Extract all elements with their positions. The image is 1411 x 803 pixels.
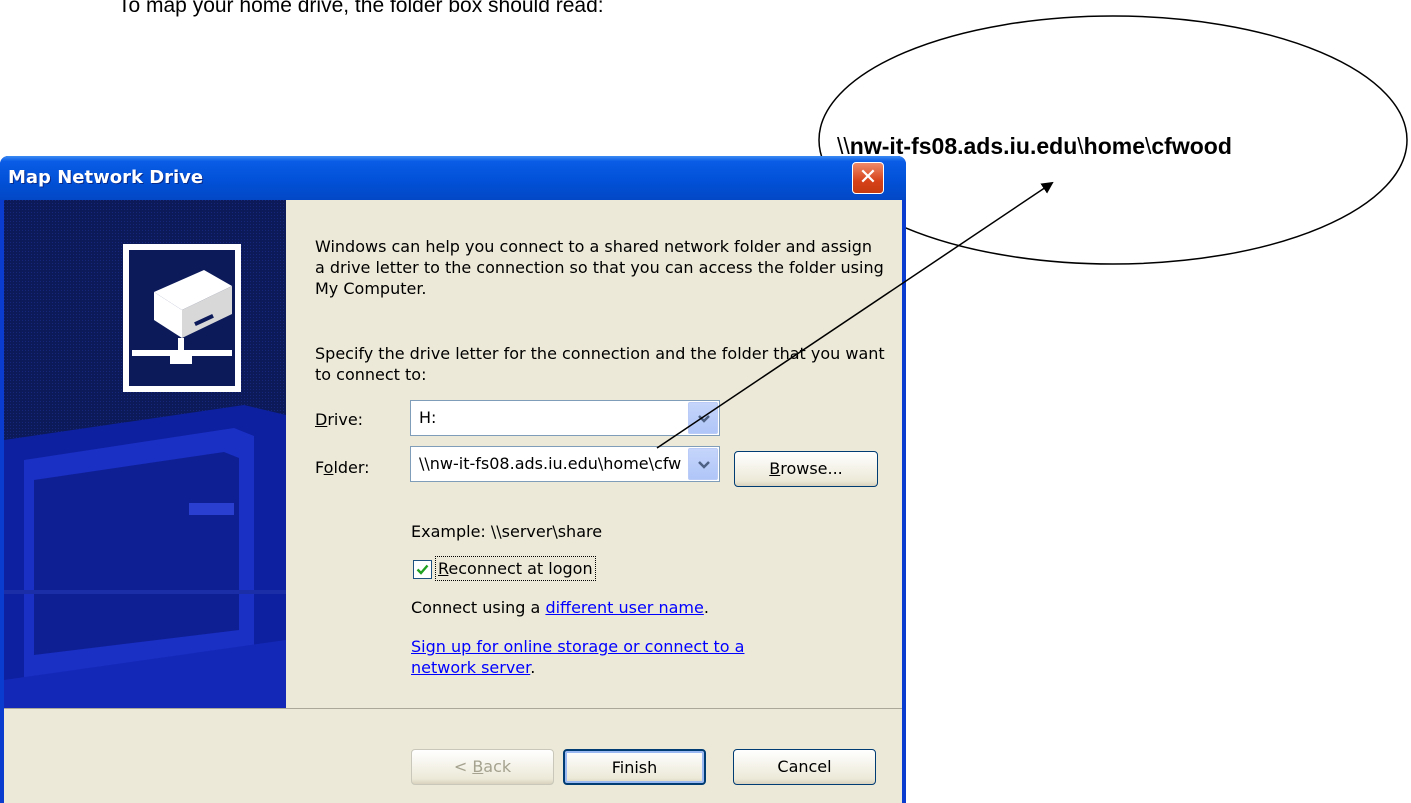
drive-label-accel: D (315, 410, 328, 429)
chevron-down-icon (698, 415, 710, 423)
folder-dropdown-button[interactable] (688, 448, 718, 480)
connect-using-pre: Connect using a (411, 598, 546, 617)
reconnect-text: econnect at logon (448, 559, 593, 578)
signup-post: . (530, 658, 536, 677)
connect-using-post: . (703, 598, 709, 617)
close-button[interactable]: ✕ (852, 162, 884, 194)
network-server-link[interactable]: network server (411, 658, 530, 677)
checkmark-icon (416, 564, 429, 575)
back-pre: < (453, 757, 473, 776)
instruction-text: To map your home drive, the folder box s… (118, 0, 604, 17)
drive-value: H: (419, 408, 437, 427)
map-network-drive-dialog: Map Network Drive ✕ Windows can help you… (0, 156, 906, 803)
drive-select[interactable]: H: (410, 400, 720, 436)
cancel-button[interactable]: Cancel (733, 749, 876, 785)
back-accel: B (472, 757, 484, 776)
chevron-down-icon (698, 461, 710, 469)
folder-label: Folder: (315, 458, 370, 477)
reconnect-accel: R (438, 559, 449, 578)
dialog-client-area: Windows can help you connect to a shared… (4, 200, 902, 803)
drive-label-post: rive: (327, 410, 364, 429)
close-icon: ✕ (858, 165, 878, 190)
browse-label: rowse... (780, 459, 843, 478)
drive-dropdown-button[interactable] (688, 402, 718, 434)
signup-link[interactable]: Sign up for online storage or connect to… (411, 637, 744, 656)
finish-button[interactable]: Finish (563, 749, 706, 785)
specify-text: Specify the drive letter for the connect… (315, 344, 885, 384)
back-label: ack (483, 757, 512, 776)
folder-value[interactable]: \\nw-it-fs08.ads.iu.edu\home\cfwood (419, 447, 681, 481)
folder-label-post: lder: (333, 458, 370, 477)
folder-label-accel: o (323, 458, 334, 477)
different-user-link[interactable]: different user name (545, 598, 703, 617)
back-button[interactable]: < Back (411, 749, 554, 785)
connect-using-text: Connect using a different user name. (411, 598, 709, 617)
callout-share: home (1083, 133, 1145, 159)
signup-text: Sign up for online storage or connect to… (411, 636, 831, 678)
divider (4, 708, 902, 709)
wizard-side-panel (4, 200, 286, 708)
callout-user: cfwood (1151, 133, 1232, 159)
dialog-title: Map Network Drive (8, 167, 204, 188)
folder-label-pre: F (315, 458, 324, 477)
intro-text: Windows can help you connect to a shared… (315, 237, 884, 298)
folder-combobox[interactable]: \\nw-it-fs08.ads.iu.edu\home\cfwood (410, 446, 720, 482)
network-drive-illustration (4, 200, 286, 708)
example-text: Example: \\server\share (411, 522, 603, 541)
reconnect-checkbox[interactable] (413, 560, 432, 579)
browse-button[interactable]: Browse... (734, 451, 878, 487)
reconnect-label[interactable]: Reconnect at logon (435, 556, 596, 581)
drive-label: Drive: (315, 410, 363, 429)
browse-accel: B (769, 459, 781, 478)
title-bar[interactable]: Map Network Drive ✕ (0, 156, 906, 200)
